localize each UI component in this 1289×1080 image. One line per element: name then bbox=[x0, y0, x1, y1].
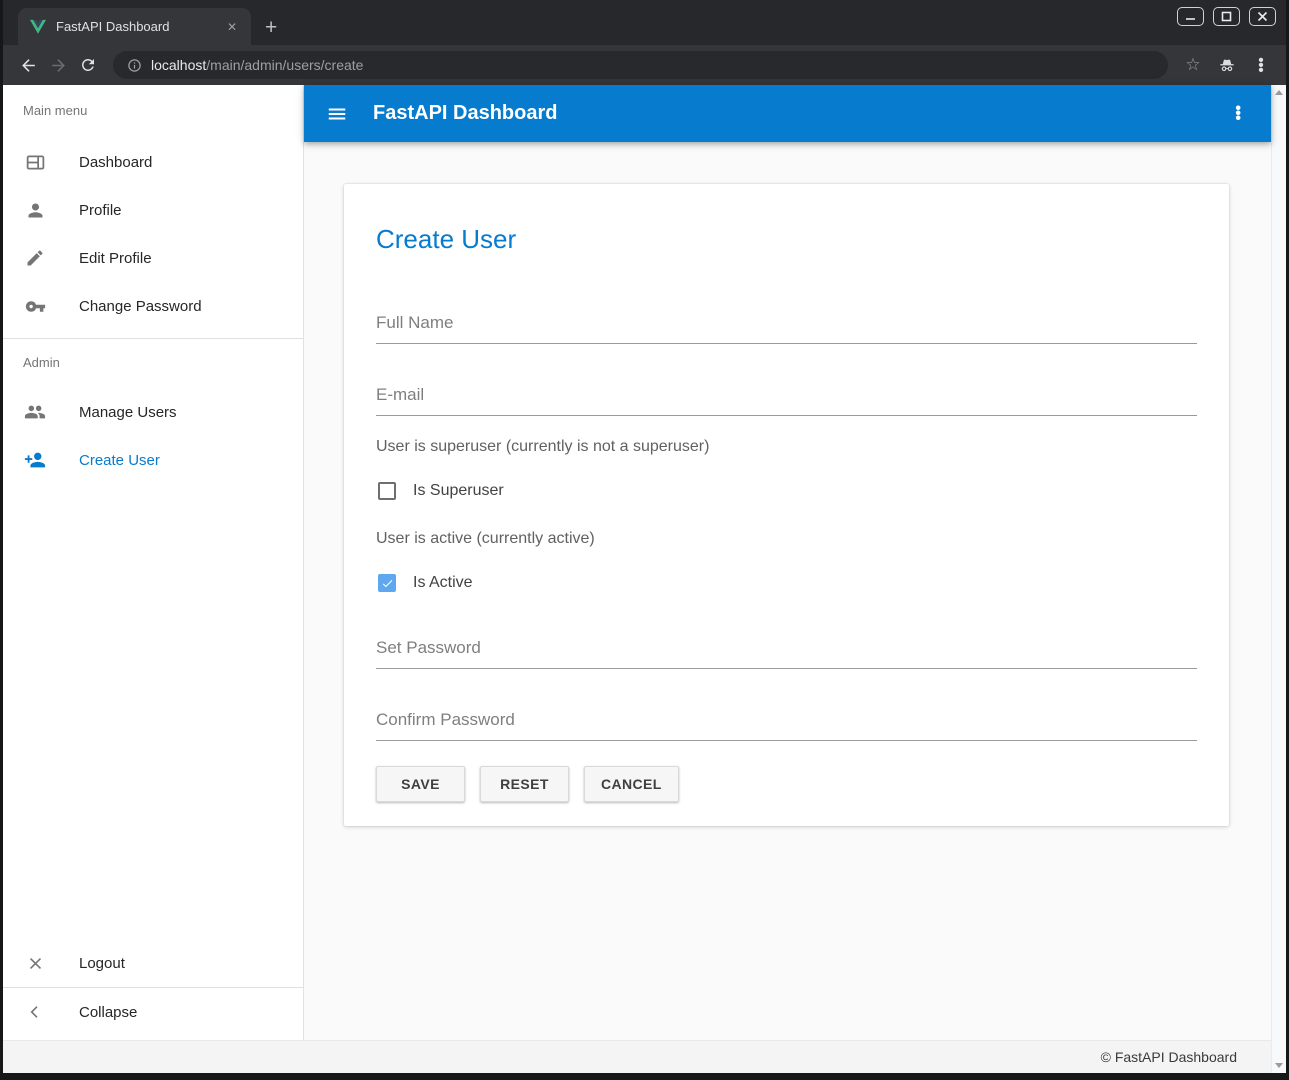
address-bar[interactable]: localhost/main/admin/users/create bbox=[113, 51, 1168, 79]
browser-kebab-menu-icon[interactable]: ••• bbox=[1246, 50, 1276, 80]
full-name-field-wrap bbox=[376, 309, 1197, 344]
cancel-button[interactable]: CANCEL bbox=[584, 766, 679, 802]
form-buttons: SAVE RESET CANCEL bbox=[376, 766, 1197, 802]
email-input[interactable] bbox=[376, 381, 1197, 416]
url-path: /main/admin/users/create bbox=[206, 57, 363, 73]
reload-icon[interactable] bbox=[73, 50, 103, 80]
page-title: Create User bbox=[376, 224, 1197, 255]
is-superuser-label: Is Superuser bbox=[413, 482, 504, 500]
people-icon bbox=[23, 400, 47, 424]
browser-window: FastAPI Dashboard ✕ + bbox=[0, 0, 1289, 1080]
url-text[interactable]: localhost/main/admin/users/create bbox=[151, 57, 363, 73]
pencil-icon bbox=[23, 246, 47, 270]
confirm-password-field-wrap bbox=[376, 706, 1197, 741]
minimize-icon[interactable] bbox=[1177, 7, 1204, 26]
forward-icon[interactable] bbox=[43, 50, 73, 80]
create-user-card: Create User User is superuser (currently… bbox=[344, 184, 1229, 826]
back-icon[interactable] bbox=[13, 50, 43, 80]
sidebar-item-logout[interactable]: Logout bbox=[3, 939, 303, 987]
url-host: localhost bbox=[151, 57, 206, 73]
new-tab-button[interactable]: + bbox=[265, 18, 277, 38]
sidebar-item-change-password[interactable]: Change Password bbox=[3, 282, 303, 330]
save-button[interactable]: SAVE bbox=[376, 766, 465, 802]
active-note: User is active (currently active) bbox=[376, 530, 1197, 548]
window-controls bbox=[1177, 7, 1276, 26]
sidebar-item-label: Change Password bbox=[79, 298, 202, 315]
app-bar: FastAPI Dashboard ••• bbox=[304, 85, 1271, 142]
page-footer: © FastAPI Dashboard bbox=[3, 1040, 1271, 1073]
person-add-icon bbox=[23, 448, 47, 472]
dashboard-icon bbox=[23, 150, 47, 174]
sidebar-item-label: Profile bbox=[79, 202, 122, 219]
key-icon bbox=[23, 294, 47, 318]
reset-button[interactable]: RESET bbox=[480, 766, 569, 802]
info-icon[interactable] bbox=[127, 58, 142, 73]
sidebar-item-label: Logout bbox=[79, 955, 125, 972]
superuser-note: User is superuser (currently is not a su… bbox=[376, 438, 1197, 456]
confirm-password-input[interactable] bbox=[376, 706, 1197, 741]
browser-titlebar: FastAPI Dashboard ✕ + bbox=[3, 0, 1286, 45]
appbar-title: FastAPI Dashboard bbox=[373, 102, 557, 125]
tab-title: FastAPI Dashboard bbox=[56, 19, 223, 34]
sidebar-section-admin: Admin bbox=[3, 339, 303, 388]
hamburger-menu-icon[interactable] bbox=[326, 103, 348, 125]
sidebar-item-label: Create User bbox=[79, 452, 160, 469]
web-content: Main menu Dashboard bbox=[3, 85, 1286, 1073]
person-icon bbox=[23, 198, 47, 222]
is-superuser-checkbox[interactable] bbox=[378, 482, 396, 500]
toolbar-right: ☆ ••• bbox=[1178, 50, 1276, 80]
appbar-kebab-menu-icon[interactable]: ••• bbox=[1227, 102, 1249, 125]
tab-close-icon[interactable]: ✕ bbox=[223, 18, 241, 36]
close-x-icon bbox=[23, 951, 47, 975]
sidebar-item-label: Manage Users bbox=[79, 404, 177, 421]
set-password-input[interactable] bbox=[376, 634, 1197, 669]
scrollbar-down-arrow-icon[interactable] bbox=[1275, 1063, 1283, 1068]
is-superuser-checkbox-row[interactable]: Is Superuser bbox=[376, 482, 1197, 500]
chevron-left-icon bbox=[23, 1000, 47, 1024]
sidebar-item-create-user[interactable]: Create User bbox=[3, 436, 303, 484]
browser-tab[interactable]: FastAPI Dashboard ✕ bbox=[18, 8, 251, 45]
set-password-field-wrap bbox=[376, 634, 1197, 669]
scrollbar-up-arrow-icon[interactable] bbox=[1275, 90, 1283, 95]
sidebar-item-edit-profile[interactable]: Edit Profile bbox=[3, 234, 303, 282]
browser-toolbar: localhost/main/admin/users/create ☆ ••• bbox=[3, 45, 1286, 85]
is-active-checkbox-row[interactable]: Is Active bbox=[376, 574, 1197, 592]
footer-copyright: © FastAPI Dashboard bbox=[1101, 1049, 1237, 1065]
sidebar-item-dashboard[interactable]: Dashboard bbox=[3, 138, 303, 186]
sidebar-item-label: Collapse bbox=[79, 1004, 137, 1021]
full-name-input[interactable] bbox=[376, 309, 1197, 344]
vue-logo-icon bbox=[30, 19, 46, 35]
maximize-icon[interactable] bbox=[1213, 7, 1240, 26]
sidebar: Main menu Dashboard bbox=[3, 85, 304, 1040]
sidebar-section-main-menu: Main menu bbox=[3, 85, 303, 138]
sidebar-item-label: Edit Profile bbox=[79, 250, 152, 267]
sidebar-item-profile[interactable]: Profile bbox=[3, 186, 303, 234]
sidebar-item-collapse[interactable]: Collapse bbox=[3, 988, 303, 1036]
is-active-label: Is Active bbox=[413, 574, 473, 592]
close-icon[interactable] bbox=[1249, 7, 1276, 26]
incognito-icon bbox=[1212, 50, 1242, 80]
email-field-wrap bbox=[376, 381, 1197, 416]
sidebar-item-label: Dashboard bbox=[79, 154, 152, 171]
main-area: FastAPI Dashboard ••• Create User User i… bbox=[304, 85, 1271, 1040]
sidebar-item-manage-users[interactable]: Manage Users bbox=[3, 388, 303, 436]
is-active-checkbox[interactable] bbox=[378, 574, 396, 592]
vertical-scrollbar[interactable] bbox=[1271, 85, 1286, 1073]
bookmark-star-icon[interactable]: ☆ bbox=[1178, 50, 1208, 80]
